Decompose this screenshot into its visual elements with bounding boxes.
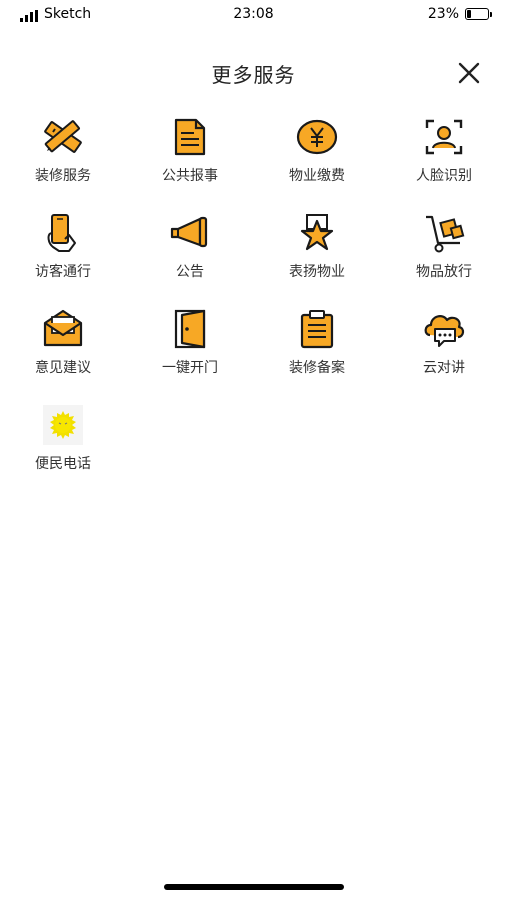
service-item-praise[interactable]: 表扬物业: [267, 211, 367, 291]
face-scan-icon: [425, 119, 463, 155]
service-item-announcement[interactable]: 公告: [140, 211, 240, 291]
service-label: 人脸识别: [416, 168, 472, 184]
service-label: 便民电话: [35, 456, 91, 472]
service-label: 物品放行: [416, 264, 472, 280]
close-icon[interactable]: [457, 61, 481, 85]
hand-truck-icon: [426, 215, 465, 253]
service-label: 意见建议: [35, 360, 91, 376]
phone-hand-icon: [47, 214, 76, 252]
service-item-renovation[interactable]: 装修服务: [13, 115, 113, 195]
service-label: 物业缴费: [289, 168, 345, 184]
service-label: 云对讲: [423, 360, 465, 376]
service-label: 表扬物业: [289, 264, 345, 280]
service-label: 一键开门: [162, 360, 218, 376]
ruler-pencil-icon: [44, 120, 82, 153]
service-label: 公共报事: [162, 168, 218, 184]
cloud-chat-icon: [424, 315, 465, 347]
service-item-hotline[interactable]: 便民电话: [13, 403, 113, 483]
yen-coin-icon: [296, 119, 338, 155]
megaphone-icon: [170, 216, 208, 248]
document-icon: [174, 118, 206, 156]
service-item-renovation-filing[interactable]: 装修备案: [267, 307, 367, 387]
service-item-cloud-intercom[interactable]: 云对讲: [394, 307, 494, 387]
service-label: 装修备案: [289, 360, 345, 376]
service-label: 公告: [176, 264, 204, 280]
service-label: 装修服务: [35, 168, 91, 184]
sun-face-icon: [43, 405, 83, 445]
envelope-icon: [43, 309, 83, 347]
service-label: 访客通行: [35, 264, 91, 280]
service-item-visitor-pass[interactable]: 访客通行: [13, 211, 113, 291]
service-item-goods-release[interactable]: 物品放行: [394, 211, 494, 291]
home-indicator[interactable]: [164, 884, 344, 890]
clipboard-icon: [300, 310, 334, 349]
battery-group: 23%: [427, 6, 492, 22]
service-item-face-recognition[interactable]: 人脸识别: [394, 115, 494, 195]
status-bar: Sketch 23:08 23%: [0, 0, 507, 30]
star-badge-icon: [300, 214, 334, 251]
page-title: 更多服务: [211, 63, 296, 87]
door-icon: [174, 309, 206, 349]
service-item-public-report[interactable]: 公共报事: [140, 115, 240, 195]
header: 更多服务: [0, 55, 507, 95]
service-item-feedback[interactable]: 意见建议: [13, 307, 113, 387]
service-item-one-key-open[interactable]: 一键开门: [140, 307, 240, 387]
service-item-property-fee[interactable]: 物业缴费: [267, 115, 367, 195]
battery-icon: [465, 8, 492, 20]
battery-percent: 23%: [427, 6, 459, 22]
